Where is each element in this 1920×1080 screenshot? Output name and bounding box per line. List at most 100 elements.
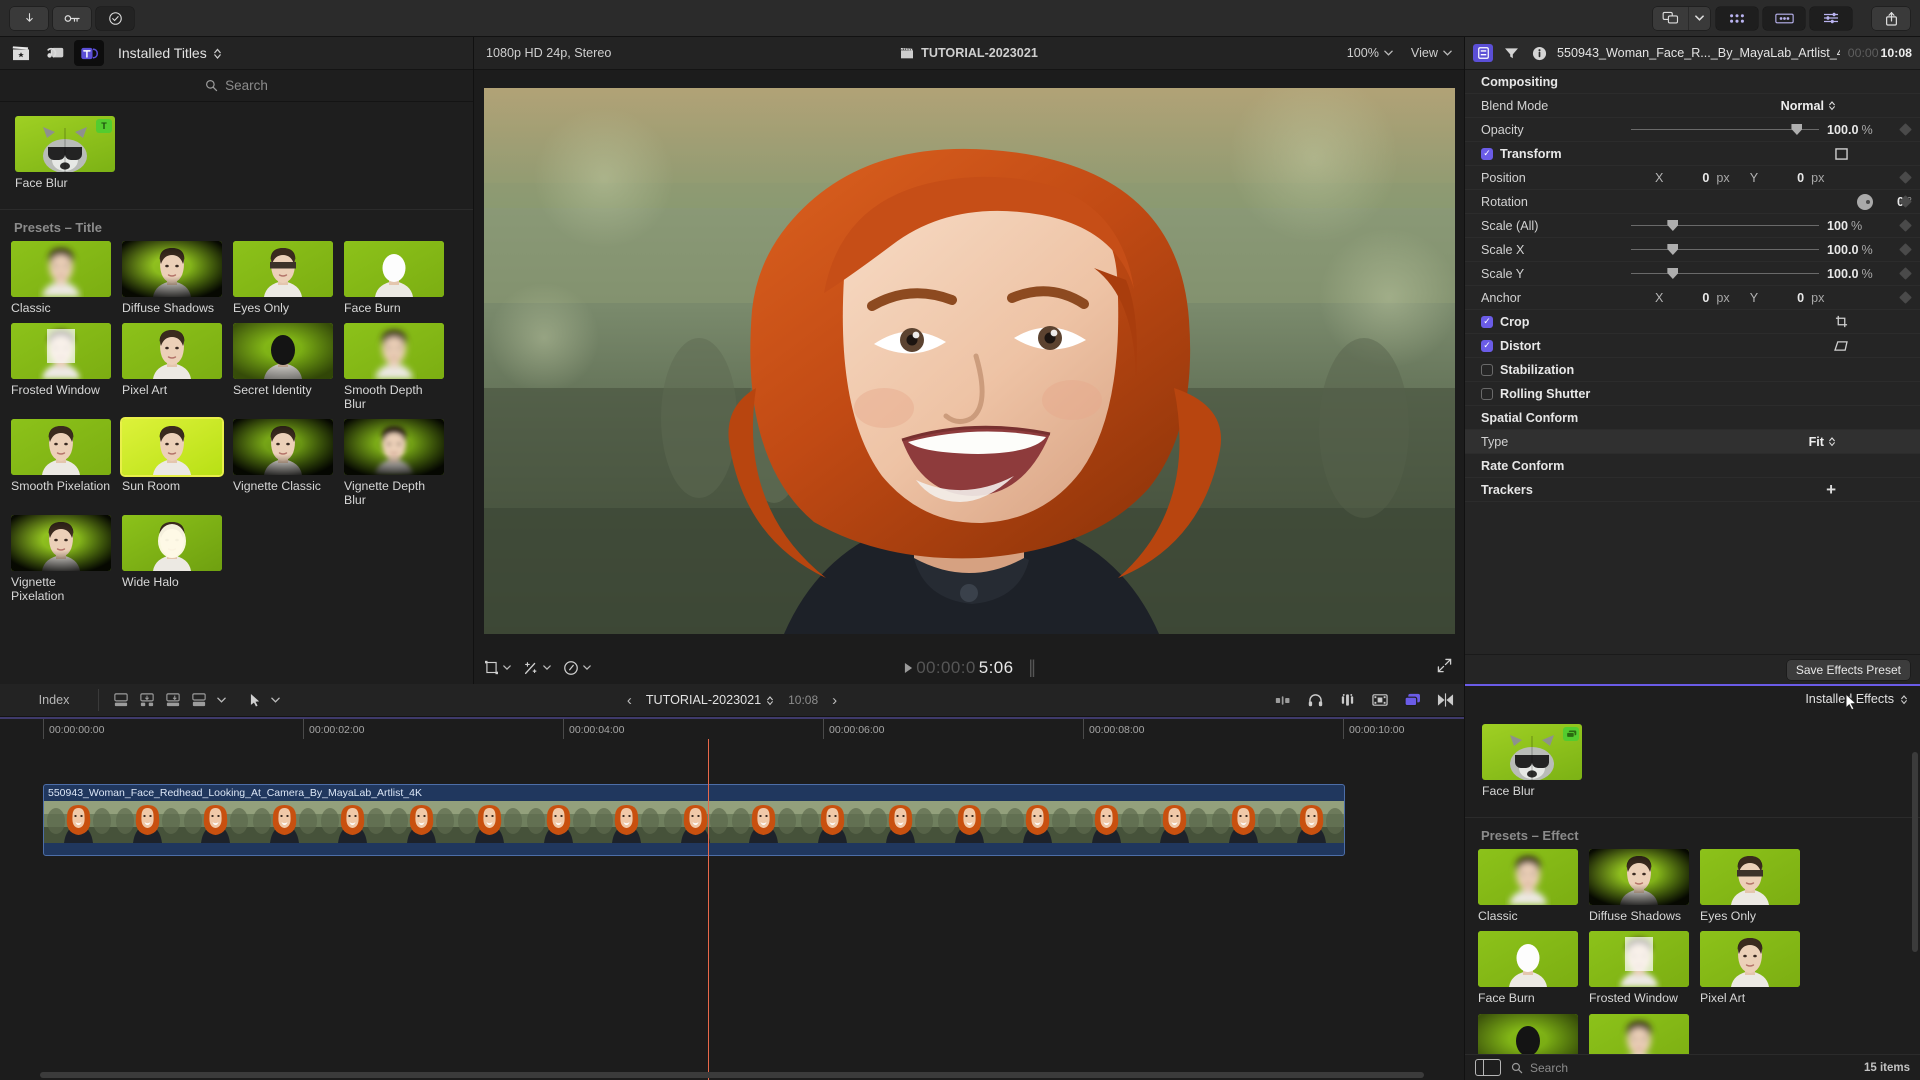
photos-audio-titles-tab-audio[interactable] [40, 40, 70, 66]
property-rotation[interactable]: Rotation 0 ° [1465, 190, 1920, 214]
section-header-crop[interactable]: Crop [1465, 310, 1920, 334]
effect-preset-item[interactable]: Smooth Depth Blur [1589, 1014, 1698, 1055]
effects-search-input[interactable]: Search [1511, 1061, 1568, 1075]
effects-browser-toggle[interactable] [1716, 7, 1758, 30]
rotation-dial[interactable] [1857, 194, 1873, 210]
property-opacity[interactable]: Opacity 100.0 % [1465, 118, 1920, 142]
title-preset-item[interactable]: Pixel Art [122, 323, 231, 411]
import-media-button[interactable] [10, 7, 48, 30]
previous-project-button[interactable]: ‹ [627, 692, 632, 709]
stabilization-checkbox[interactable] [1481, 364, 1493, 376]
enhancements-button[interactable] [523, 660, 551, 676]
title-item-face-blur[interactable]: T Face Blur [15, 116, 124, 191]
retime-button[interactable] [563, 660, 591, 676]
position-y-field[interactable]: Y 0 px [1750, 171, 1825, 185]
title-preset-item[interactable]: Sun Room [122, 419, 231, 507]
inspector-toggle[interactable] [1810, 7, 1852, 30]
distort-onscreen-icon[interactable] [1834, 340, 1848, 352]
keyframe-button[interactable] [1899, 123, 1912, 136]
property-blend-mode[interactable]: Blend Mode Normal [1465, 94, 1920, 118]
crop-checkbox[interactable] [1481, 316, 1493, 328]
keyframe-button[interactable] [1899, 219, 1912, 232]
add-tracker-button[interactable]: + [1826, 481, 1836, 498]
save-effects-preset-button[interactable]: Save Effects Preset [1787, 660, 1910, 680]
effects-stack-icon[interactable] [1404, 693, 1421, 707]
effect-preset-item[interactable]: Classic [1478, 849, 1587, 924]
clip-height-icon[interactable] [1275, 694, 1292, 707]
share-button[interactable] [1872, 7, 1910, 30]
section-header-stabilization[interactable]: Stabilization [1465, 358, 1920, 382]
effects-sidebar-toggle[interactable] [1475, 1059, 1501, 1076]
anchor-y-field[interactable]: Y 0 px [1750, 291, 1825, 305]
timeline-horizontal-scrollbar[interactable] [40, 1072, 1424, 1078]
transition-bowtie-icon[interactable] [1437, 693, 1454, 707]
screen-share-control[interactable] [1653, 7, 1710, 30]
viewer-canvas[interactable] [474, 70, 1464, 651]
screen-share-button[interactable] [1653, 7, 1688, 30]
photos-audio-titles-tab-titles[interactable] [74, 40, 104, 66]
title-preset-item[interactable]: Face Burn [344, 241, 453, 316]
property-scale-x[interactable]: Scale X 100.0 % [1465, 238, 1920, 262]
slider-knob[interactable] [1667, 268, 1678, 279]
timeline-clip[interactable]: 550943_Woman_Face_Redhead_Looking_At_Cam… [43, 784, 1345, 856]
background-tasks-button[interactable] [96, 7, 134, 30]
slider-knob[interactable] [1667, 220, 1678, 231]
solo-icon[interactable] [1339, 693, 1356, 707]
next-project-button[interactable]: › [832, 692, 837, 709]
effect-preset-item[interactable]: Face Burn [1478, 931, 1587, 1006]
transitions-browser-toggle[interactable] [1763, 7, 1805, 30]
property-conform-type[interactable]: Type Fit [1465, 430, 1920, 454]
transform-onscreen-icon[interactable] [1835, 148, 1848, 160]
scale-x-slider[interactable] [1631, 244, 1819, 256]
title-preset-item[interactable]: Vignette Pixelation [11, 515, 120, 603]
slider-knob[interactable] [1791, 124, 1802, 135]
timeline-project-menu[interactable]: TUTORIAL-2023021 [646, 693, 774, 707]
title-preset-item[interactable]: Secret Identity [233, 323, 342, 411]
property-scale-y[interactable]: Scale Y 100.0 % [1465, 262, 1920, 286]
transform-tool-button[interactable] [484, 660, 511, 675]
conform-type-popup[interactable]: Fit [1809, 435, 1836, 449]
search-input[interactable]: Search [205, 78, 268, 93]
effect-preset-item[interactable]: Eyes Only [1700, 849, 1809, 924]
effect-preset-item[interactable]: Diffuse Shadows [1589, 849, 1698, 924]
title-preset-item[interactable]: Vignette Depth Blur [344, 419, 453, 507]
browser-category-menu[interactable]: Installed Titles [118, 45, 222, 61]
rolling-shutter-checkbox[interactable] [1481, 388, 1493, 400]
title-preset-item[interactable]: Classic [11, 241, 120, 316]
position-x-field[interactable]: X 0 px [1655, 171, 1730, 185]
transform-checkbox[interactable] [1481, 148, 1493, 160]
timeline-playhead[interactable] [708, 739, 709, 1080]
title-preset-item[interactable]: Diffuse Shadows [122, 241, 231, 316]
scale-all-slider[interactable] [1631, 220, 1819, 232]
property-position[interactable]: Position X 0 px Y 0 px [1465, 166, 1920, 190]
property-scale-all[interactable]: Scale (All) 100 % [1465, 214, 1920, 238]
keyframe-button[interactable] [1899, 243, 1912, 256]
keyword-editor-button[interactable] [53, 7, 91, 30]
photos-audio-titles-tab-movies[interactable] [6, 40, 36, 66]
section-header-transform[interactable]: Transform [1465, 142, 1920, 166]
effect-preset-item[interactable]: Frosted Window [1589, 931, 1698, 1006]
scale-y-slider[interactable] [1631, 268, 1819, 280]
title-preset-item[interactable]: Frosted Window [11, 323, 120, 411]
timeline-tracks[interactable]: 550943_Woman_Face_Redhead_Looking_At_Cam… [0, 739, 1464, 1080]
title-preset-item[interactable]: Eyes Only [233, 241, 342, 316]
keyframe-button[interactable] [1899, 267, 1912, 280]
crop-onscreen-icon[interactable] [1835, 315, 1848, 328]
timeline-ruler[interactable]: 00:00:00:0000:00:02:0000:00:04:0000:00:0… [0, 717, 1464, 739]
effects-vertical-scrollbar[interactable] [1912, 752, 1918, 952]
title-preset-item[interactable]: Smooth Pixelation [11, 419, 120, 507]
section-header-distort[interactable]: Distort [1465, 334, 1920, 358]
section-header-rolling-shutter[interactable]: Rolling Shutter [1465, 382, 1920, 406]
keyframe-button[interactable] [1899, 171, 1912, 184]
slider-knob[interactable] [1667, 244, 1678, 255]
property-anchor[interactable]: Anchor X 0 px Y 0 px [1465, 286, 1920, 310]
video-inspector-tab[interactable] [1473, 44, 1493, 62]
viewer-timecode-display[interactable]: 00:00:0 5:06 || [474, 657, 1464, 678]
effect-preset-item[interactable]: Secret Identity [1478, 1014, 1587, 1055]
zoom-level-menu[interactable]: 100% [1347, 46, 1393, 60]
distort-checkbox[interactable] [1481, 340, 1493, 352]
keyframe-button[interactable] [1899, 291, 1912, 304]
viewer-fullscreen-button[interactable] [1437, 658, 1452, 678]
title-preset-item[interactable]: Vignette Classic [233, 419, 342, 507]
info-inspector-tab[interactable] [1529, 44, 1549, 62]
